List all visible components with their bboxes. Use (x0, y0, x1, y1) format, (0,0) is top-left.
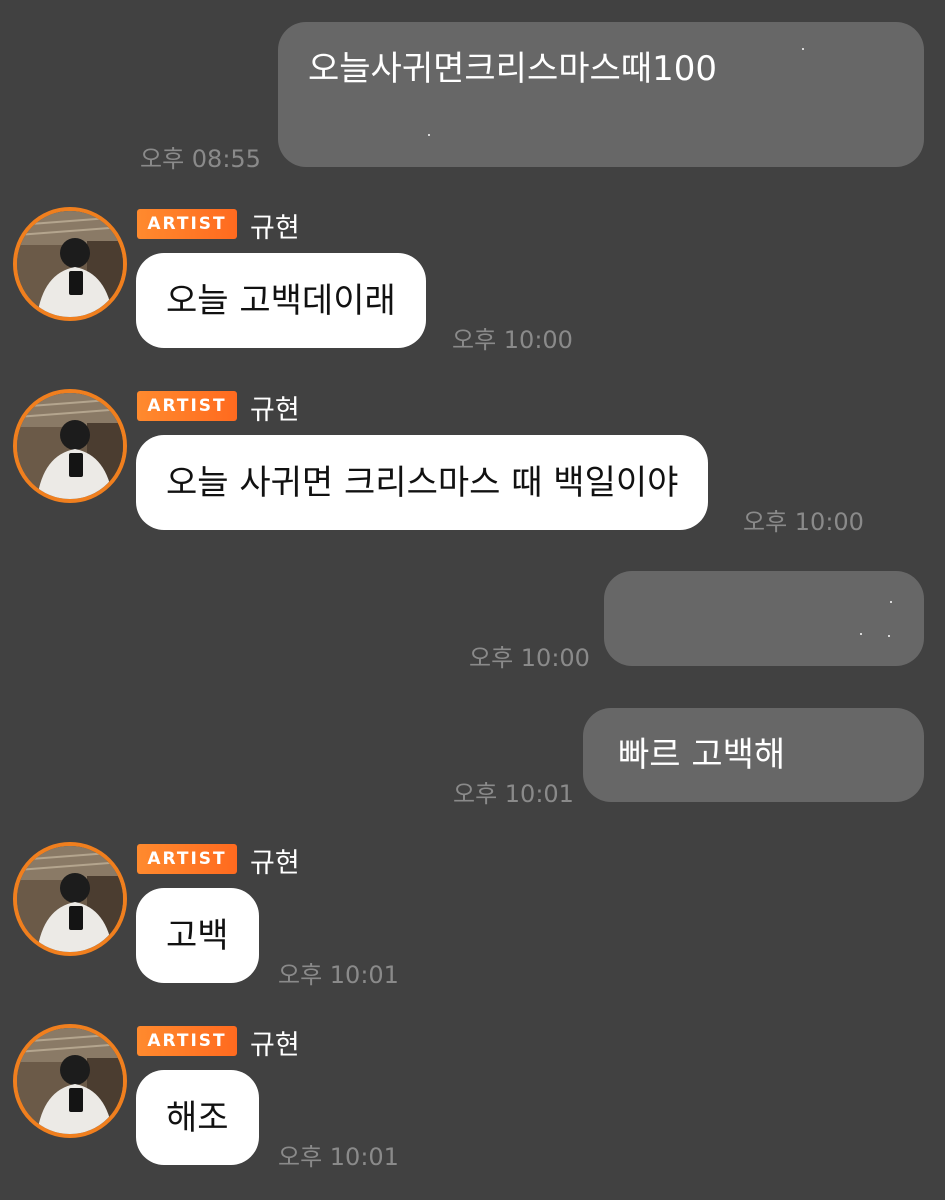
message-text: 오늘 고백데이래 (166, 280, 396, 321)
sender-name[interactable]: 규현 (250, 1023, 300, 1062)
artist-avatar[interactable] (13, 207, 127, 321)
artist-badge: ARTIST (137, 209, 237, 239)
incoming-message-bubble[interactable]: 오늘 고백데이래 (136, 253, 426, 348)
message-text: 오늘사귀면크리스마스때100 (308, 49, 717, 89)
incoming-message-bubble[interactable]: 고백 (136, 888, 259, 983)
artist-avatar[interactable] (13, 842, 127, 956)
outgoing-message-bubble[interactable] (604, 571, 924, 666)
message-text: 고백 (166, 915, 229, 956)
message-timestamp: 오후 10:00 (452, 326, 573, 354)
artist-badge: ARTIST (137, 391, 237, 421)
message-timestamp: 오후 10:01 (278, 1143, 399, 1171)
redaction-speck (888, 635, 890, 637)
avatar-photo-icon (17, 211, 123, 317)
message-text: 해조 (166, 1097, 229, 1138)
avatar-photo-icon (17, 1028, 123, 1134)
message-timestamp: 오후 10:01 (453, 780, 574, 808)
redaction-speck (890, 601, 892, 603)
artist-avatar[interactable] (13, 1024, 127, 1138)
redaction-speck (860, 633, 862, 635)
avatar-photo-icon (17, 393, 123, 499)
chat-thread: 오늘사귀면크리스마스때100 오후 08:55 ARTIST 규현 오늘 고백데… (0, 0, 945, 1200)
incoming-message-bubble[interactable]: 오늘 사귀면 크리스마스 때 백일이야 (136, 435, 709, 530)
redaction-speck (428, 134, 430, 136)
message-timestamp: 오후 10:01 (278, 961, 399, 989)
artist-badge: ARTIST (137, 1026, 237, 1056)
message-timestamp: 오후 10:00 (743, 508, 864, 536)
artist-avatar[interactable] (13, 389, 127, 503)
redaction-speck (802, 48, 804, 50)
artist-badge: ARTIST (137, 844, 237, 874)
incoming-message-bubble[interactable]: 해조 (136, 1070, 259, 1165)
message-text: 빠르 고백해 (618, 735, 786, 775)
avatar-photo-icon (17, 846, 123, 952)
outgoing-message-bubble[interactable]: 오늘사귀면크리스마스때100 (278, 22, 924, 167)
sender-name[interactable]: 규현 (250, 841, 300, 880)
message-text: 오늘 사귀면 크리스마스 때 백일이야 (166, 462, 679, 503)
sender-name[interactable]: 규현 (250, 206, 300, 245)
outgoing-message-bubble[interactable]: 빠르 고백해 (583, 708, 924, 802)
message-timestamp: 오후 08:55 (140, 145, 261, 173)
sender-name[interactable]: 규현 (250, 388, 300, 427)
message-timestamp: 오후 10:00 (469, 644, 590, 672)
